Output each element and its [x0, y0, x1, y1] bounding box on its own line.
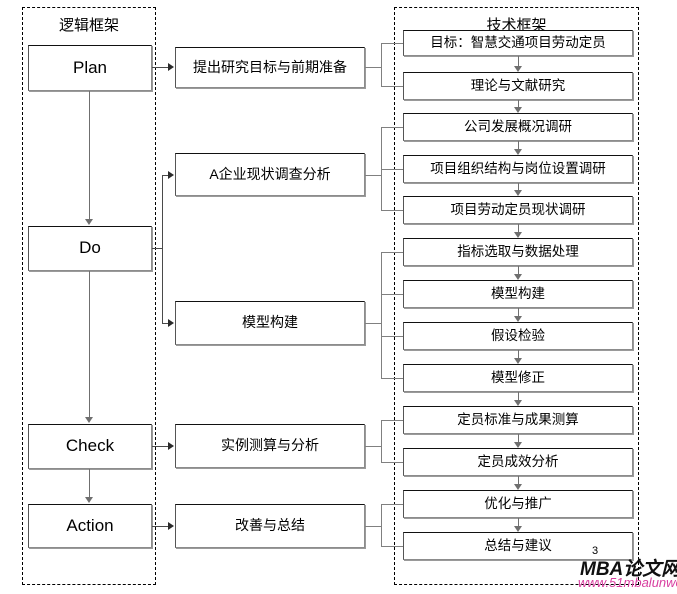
arrowhead-do-to-stage3	[168, 319, 174, 327]
arrowhead-plan-to-do	[85, 219, 93, 225]
bracket-stage2-stub	[365, 175, 381, 176]
bracket-stage4-to-task11	[381, 462, 403, 463]
link-do-branch-spine	[162, 175, 163, 323]
node-plan[interactable]: Plan	[28, 45, 152, 91]
flow-do-to-check	[89, 271, 90, 417]
bracket-stage4-to-task10	[381, 420, 403, 421]
link-action-to-stage5	[152, 526, 168, 527]
node-task-12[interactable]: 优化与推广	[403, 490, 633, 518]
flow-task3-to-task4	[518, 141, 519, 149]
bracket-stage3-to-task8	[381, 336, 403, 337]
bracket-stage1-to-task1	[381, 43, 403, 44]
arrowhead-check-to-stage4	[168, 442, 174, 450]
bracket-stage4-stub	[365, 446, 381, 447]
arrowhead-check-to-action	[85, 497, 93, 503]
flow-task10-to-task11	[518, 434, 519, 442]
node-action[interactable]: Action	[28, 504, 152, 548]
node-stage-1[interactable]: 提出研究目标与前期准备	[175, 47, 365, 88]
node-task-4[interactable]: 项目组织结构与岗位设置调研	[403, 155, 633, 183]
node-task-2[interactable]: 理论与文献研究	[403, 72, 633, 100]
node-task-11[interactable]: 定员成效分析	[403, 448, 633, 476]
bracket-stage2-to-task4	[381, 169, 403, 170]
node-do[interactable]: Do	[28, 226, 152, 271]
node-task-5[interactable]: 项目劳动定员现状调研	[403, 196, 633, 224]
link-do-stub	[152, 248, 162, 249]
arrowhead-do-to-stage2	[168, 171, 174, 179]
bracket-stage1-spine	[381, 43, 382, 86]
arrowhead-task3-to-task4	[514, 149, 522, 155]
flow-check-to-action	[89, 469, 90, 497]
node-task-9[interactable]: 模型修正	[403, 364, 633, 392]
flow-task7-to-task8	[518, 308, 519, 316]
link-plan-to-stage1	[152, 67, 168, 68]
link-check-to-stage4	[152, 446, 168, 447]
arrowhead-action-to-stage5	[168, 522, 174, 530]
bracket-stage5-stub	[365, 526, 381, 527]
arrowhead-task10-to-task11	[514, 442, 522, 448]
node-stage-4[interactable]: 实例测算与分析	[175, 424, 365, 468]
node-task-7[interactable]: 模型构建	[403, 280, 633, 308]
bracket-stage5-spine	[381, 504, 382, 546]
bracket-stage3-to-task6	[381, 252, 403, 253]
bracket-stage3-to-task9	[381, 378, 403, 379]
arrowhead-task8-to-task9	[514, 358, 522, 364]
node-task-1[interactable]: 目标：智慧交通项目劳动定员	[403, 30, 633, 56]
bracket-stage4-spine	[381, 420, 382, 462]
logic-framework-title: 逻辑框架	[58, 17, 119, 34]
arrowhead-do-to-check	[85, 417, 93, 423]
node-stage-3[interactable]: 模型构建	[175, 301, 365, 345]
bracket-stage5-to-task13	[381, 546, 403, 547]
flow-task4-to-task5	[518, 183, 519, 190]
flow-task8-to-task9	[518, 350, 519, 358]
node-task-6[interactable]: 指标选取与数据处理	[403, 238, 633, 266]
flow-task6-to-task7	[518, 266, 519, 274]
bracket-stage1-stub	[365, 67, 381, 68]
flow-task1-to-task2	[518, 56, 519, 66]
node-stage-2[interactable]: A企业现状调查分析	[175, 153, 365, 196]
bracket-stage3-spine	[381, 252, 382, 378]
bracket-stage5-to-task12	[381, 504, 403, 505]
bracket-stage2-to-task3	[381, 127, 403, 128]
arrowhead-task9-to-task10	[514, 400, 522, 406]
bracket-stage3-to-task7	[381, 294, 403, 295]
node-task-10[interactable]: 定员标准与成果测算	[403, 406, 633, 434]
arrowhead-task6-to-task7	[514, 274, 522, 280]
arrowhead-task11-to-task12	[514, 484, 522, 490]
watermark-url: www.51mbalunwen.com	[578, 575, 677, 590]
flow-plan-to-do	[89, 91, 90, 219]
arrowhead-plan-to-stage1	[168, 63, 174, 71]
flow-task9-to-task10	[518, 392, 519, 400]
arrowhead-task12-to-task13	[514, 526, 522, 532]
flow-task5-to-task6	[518, 224, 519, 232]
arrowhead-task1-to-task2	[514, 66, 522, 72]
flow-task11-to-task12	[518, 476, 519, 484]
bracket-stage2-to-task5	[381, 210, 403, 211]
bracket-stage3-stub	[365, 323, 381, 324]
flow-task2-to-task3	[518, 100, 519, 107]
bracket-stage1-to-task2	[381, 86, 403, 87]
flowchart-canvas: 逻辑框架 技术框架 Plan Do Check Action 提出研究目标与前期…	[0, 0, 677, 594]
arrowhead-task4-to-task5	[514, 190, 522, 196]
node-task-3[interactable]: 公司发展概况调研	[403, 113, 633, 141]
node-check[interactable]: Check	[28, 424, 152, 469]
arrowhead-task2-to-task3	[514, 107, 522, 113]
arrowhead-task7-to-task8	[514, 316, 522, 322]
node-task-8[interactable]: 假设检验	[403, 322, 633, 350]
node-stage-5[interactable]: 改善与总结	[175, 504, 365, 548]
arrowhead-task5-to-task6	[514, 232, 522, 238]
flow-task12-to-task13	[518, 518, 519, 526]
